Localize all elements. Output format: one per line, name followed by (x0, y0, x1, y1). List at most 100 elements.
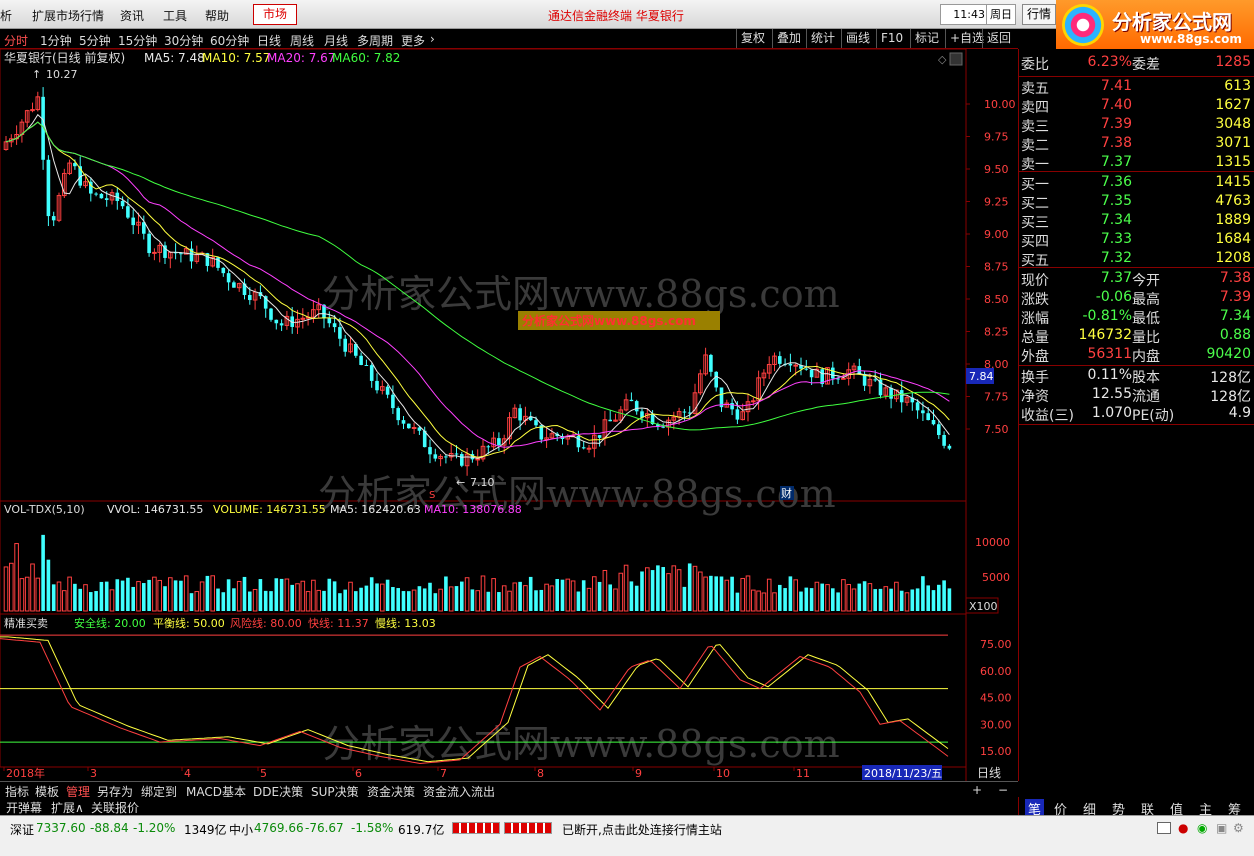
volume-bar (820, 583, 824, 611)
volume-bar (788, 576, 793, 611)
menu-item-help[interactable]: 帮助 (205, 7, 229, 24)
stat-label: PE(动) (1132, 408, 1175, 424)
menu-item-ext-market[interactable]: 扩展市场行情 (32, 7, 104, 24)
buy-order-row[interactable]: 买三 7.34 1889 (1019, 212, 1254, 231)
volume-bar (369, 577, 374, 611)
volume-bar (136, 581, 141, 612)
chevron-right-icon[interactable]: › (430, 32, 435, 46)
volume-bar (634, 585, 639, 611)
x-tick-label: 2018年 (6, 766, 45, 780)
volume-bar (740, 577, 746, 612)
kline-chart[interactable]: ◇ 华夏银行(日线 前复权) MA5: 7.48 MA10: 7.57 MA20… (0, 49, 1018, 781)
toolbar-draw[interactable]: 画线 (841, 29, 874, 48)
volume-bar (385, 579, 390, 611)
period-tab-day[interactable]: 日线 (257, 32, 281, 49)
candle-body (937, 424, 941, 436)
tab-related-quote[interactable]: 关联报价 (91, 799, 139, 816)
volume-bar (438, 588, 443, 612)
period-tab-1min[interactable]: 1分钟 (40, 32, 72, 49)
weicha-label: 委差 (1132, 57, 1160, 73)
volume-bar (322, 590, 326, 611)
market-button[interactable]: 市场 (253, 4, 297, 25)
period-tab-15min[interactable]: 15分钟 (118, 32, 157, 49)
stat-label: 股本 (1132, 370, 1160, 386)
order-level: 买三 (1021, 215, 1049, 231)
price-tick-label: 9.25 (984, 196, 1009, 209)
candle-body (364, 364, 369, 366)
price-y-axis: 10.009.759.509.259.008.758.508.258.007.7… (966, 98, 1016, 436)
tab-extend[interactable]: 扩展∧ (51, 799, 84, 816)
toolbar-restore-rights[interactable]: 复权 (736, 29, 769, 48)
sell-order-row[interactable]: 卖五 7.41 613 (1019, 78, 1254, 97)
volume-bar (910, 589, 915, 611)
volume-bar (35, 577, 41, 612)
signal-icon[interactable]: ● (1178, 821, 1188, 835)
quote-stat-row: 外盘 56311 内盘 90420 (1019, 346, 1254, 365)
logo-url: www.88gs.com (1140, 32, 1242, 46)
volume-bar (846, 583, 852, 612)
weicha-value: 1285 (1215, 54, 1251, 70)
minus-icon[interactable]: − (998, 783, 1008, 797)
volume-bar (401, 591, 406, 611)
volume-bar (284, 578, 290, 612)
stat-label: 今开 (1132, 273, 1160, 289)
add-icon[interactable]: + (972, 783, 982, 797)
lock-icon[interactable]: ▣ (1216, 821, 1227, 835)
buy-order-row[interactable]: 买一 7.36 1415 (1019, 174, 1254, 193)
period-tab-week[interactable]: 周线 (290, 32, 314, 49)
toolbar-stats[interactable]: 统计 (806, 29, 839, 48)
stat-label: 收益(三) (1021, 408, 1074, 424)
volume-bar (109, 589, 115, 612)
sell-order-row[interactable]: 卖四 7.40 1627 (1019, 97, 1254, 116)
menu-item-analysis[interactable]: 析 (0, 7, 12, 24)
tab-danmaku[interactable]: 开弹幕 (6, 799, 42, 816)
toolbar-mark[interactable]: 标记 (910, 29, 943, 48)
volume-bar (745, 575, 751, 612)
volume-bar (131, 586, 135, 611)
diamond-icon[interactable]: ◇ (938, 53, 947, 66)
menu-item-news[interactable]: 资讯 (120, 7, 144, 24)
volume-bar (348, 581, 353, 612)
secondary-tabs: 开弹幕 扩展∧ 关联报价 (0, 797, 1018, 815)
cai-marker[interactable]: 财 (781, 486, 792, 500)
volume-bar (608, 584, 612, 611)
toolbar-back[interactable]: 返回 (982, 29, 1015, 48)
candle-body (709, 354, 713, 372)
period-tab-month[interactable]: 月线 (324, 32, 348, 49)
volume-bar (67, 576, 72, 612)
period-tab-30min[interactable]: 30分钟 (164, 32, 203, 49)
period-tab-multi[interactable]: 多周期 (357, 32, 393, 49)
speaker-icon[interactable]: ◉ (1197, 821, 1207, 835)
quote-button[interactable]: 行情 (1022, 4, 1056, 25)
volume-bar (248, 591, 252, 611)
toolbar-f10[interactable]: F10 (876, 29, 907, 48)
order-volume: 4763 (1215, 193, 1251, 209)
s-marker[interactable]: S (429, 490, 435, 501)
ma20-label: MA20: 7.67 (267, 51, 335, 65)
volume-bar (799, 591, 803, 611)
period-tab-timeshare[interactable]: 分时 (4, 32, 28, 49)
buy-order-row[interactable]: 买二 7.35 4763 (1019, 193, 1254, 212)
gear-icon[interactable]: ⚙ (1233, 821, 1244, 835)
candle-body (921, 410, 925, 414)
panel-scroll-icon[interactable] (949, 52, 963, 66)
stat-label: 最低 (1132, 311, 1160, 327)
volume-bar (343, 589, 347, 611)
side-tabs: 笔价细势联值主筹 (1018, 797, 1254, 818)
window-icon[interactable] (1157, 822, 1171, 834)
toolbar-overlay[interactable]: 叠加 (772, 29, 805, 48)
candle-body (942, 435, 946, 446)
period-tab-60min[interactable]: 60分钟 (210, 32, 249, 49)
connection-status[interactable]: 已断开,点击此处连接行情主站 (562, 821, 722, 838)
volume-bar (470, 589, 475, 611)
stat-value: 128亿 (1210, 370, 1251, 386)
menu-item-tools[interactable]: 工具 (163, 7, 187, 24)
x-tick-label: 4 (184, 767, 191, 780)
period-tab-5min[interactable]: 5分钟 (79, 32, 111, 49)
volume-bar (851, 588, 857, 612)
buy-order-row[interactable]: 买四 7.33 1684 (1019, 231, 1254, 250)
period-tab-more[interactable]: 更多 (401, 32, 425, 49)
sell-order-row[interactable]: 卖三 7.39 3048 (1019, 116, 1254, 135)
candle-body (454, 453, 459, 455)
sell-order-row[interactable]: 卖二 7.38 3071 (1019, 135, 1254, 154)
